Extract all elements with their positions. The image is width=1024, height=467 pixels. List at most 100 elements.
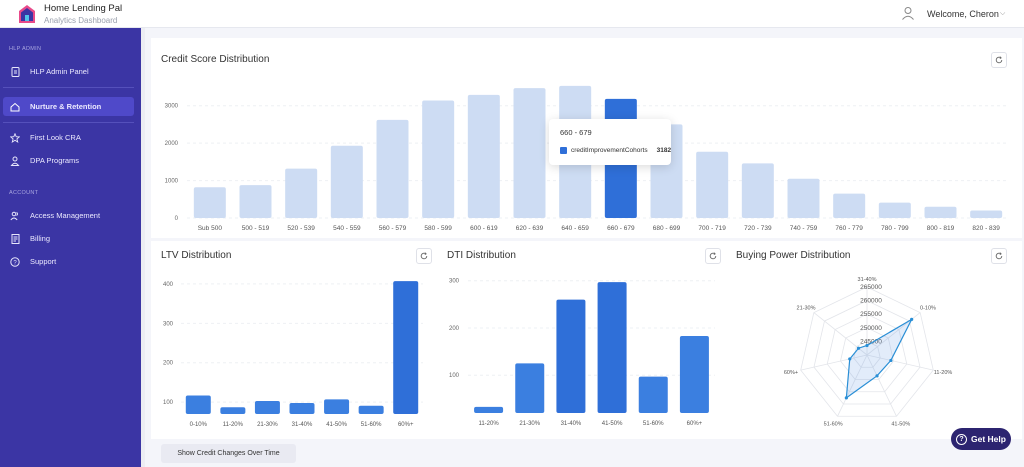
sidebar-item-billing[interactable]: Billing	[3, 229, 134, 248]
x-tick-label: 560 - 579	[379, 225, 407, 232]
y-tick-label: 100	[449, 373, 460, 379]
bar[interactable]	[324, 399, 350, 414]
bar[interactable]	[220, 407, 246, 414]
sidebar-item-first-look-cra[interactable]: First Look CRA	[3, 128, 134, 147]
refresh-icon	[995, 56, 1003, 64]
home-icon	[10, 102, 20, 112]
bar[interactable]	[185, 395, 211, 414]
bar[interactable]	[193, 187, 226, 218]
bar[interactable]	[289, 402, 315, 414]
radar-tick-label: 260000	[860, 298, 882, 305]
sidebar-item-dpa-programs[interactable]: DPA Programs	[3, 151, 134, 170]
radar-tick-label: 265000	[860, 284, 882, 291]
x-tick-label: 41-50%	[326, 422, 347, 428]
x-tick-label: 60%+	[687, 421, 703, 427]
radar-point[interactable]	[848, 357, 852, 361]
refresh-icon	[420, 252, 428, 260]
y-tick-label: 0	[175, 216, 179, 222]
bar[interactable]	[474, 406, 504, 413]
tooltip-row: creditImprovementCohorts 3182	[560, 147, 671, 154]
bar[interactable]	[422, 100, 455, 218]
bar[interactable]	[833, 193, 866, 218]
bar[interactable]	[638, 376, 668, 413]
help-circle-icon: ?	[10, 256, 20, 267]
tooltip-swatch	[560, 147, 567, 154]
bar[interactable]	[970, 210, 1003, 218]
bar[interactable]	[696, 151, 729, 218]
bar[interactable]	[924, 206, 957, 218]
dti-refresh-button[interactable]	[705, 248, 721, 264]
x-tick-label: 580 - 599	[424, 225, 452, 232]
bar[interactable]	[741, 163, 774, 218]
sidebar-item-label: Support	[30, 257, 57, 266]
bar[interactable]	[285, 168, 318, 218]
y-tick-label: 3000	[165, 104, 179, 110]
bar[interactable]	[597, 282, 627, 413]
sidebar-item-label: First Look CRA	[30, 133, 81, 142]
x-tick-label: 41-50%	[602, 421, 623, 427]
bar[interactable]	[556, 299, 586, 413]
credit-refresh-button[interactable]	[991, 52, 1007, 68]
radar-point[interactable]	[910, 317, 914, 321]
radar-tick-label: 250000	[860, 325, 882, 332]
sidebar-divider	[3, 122, 134, 123]
sidebar-section-account: ACCOUNT	[9, 190, 39, 196]
radar-category-label: 21-30%	[797, 306, 816, 312]
sidebar-item-label: Billing	[30, 234, 51, 243]
document-icon	[10, 66, 20, 77]
radar-point[interactable]	[844, 396, 848, 400]
app-logo-icon	[19, 5, 35, 23]
refresh-icon	[709, 252, 717, 260]
help-circle-icon: ?	[956, 433, 968, 445]
radar-point[interactable]	[889, 358, 893, 363]
sidebar-item-nurture-retention[interactable]: Nurture & Retention	[3, 97, 134, 116]
bar[interactable]	[679, 335, 709, 413]
bar[interactable]	[787, 178, 820, 218]
y-tick-label: 2000	[165, 141, 179, 147]
x-tick-label: 11-20%	[478, 421, 499, 427]
show-credit-changes-button[interactable]: Show Credit Changes Over Time	[161, 444, 296, 463]
buying-power-refresh-button[interactable]	[991, 248, 1007, 264]
y-tick-label: 100	[163, 400, 174, 406]
bar[interactable]	[358, 405, 384, 414]
user-icon[interactable]	[901, 6, 915, 20]
radar-point[interactable]	[875, 374, 879, 378]
y-tick-label: 1000	[165, 179, 179, 185]
tooltip-title: 660 - 679	[560, 128, 592, 137]
sidebar-item-access-management[interactable]: Access Management	[3, 206, 134, 225]
sidebar-item-hlp-admin-panel[interactable]: HLP Admin Panel	[3, 62, 134, 81]
x-tick-label: 520 - 539	[287, 225, 315, 232]
welcome-text[interactable]: Welcome, Cheron	[927, 9, 999, 19]
ltv-refresh-button[interactable]	[416, 248, 432, 264]
bar[interactable]	[878, 202, 911, 218]
x-tick-label: 540 - 559	[333, 225, 361, 232]
bar[interactable]	[239, 185, 272, 218]
radar-category-label: 31-40%	[858, 277, 877, 283]
radar-tick-label: 255000	[860, 311, 882, 318]
radar-point[interactable]	[856, 346, 861, 350]
x-tick-label: 0-10%	[190, 422, 208, 428]
x-tick-label: 31-40%	[292, 422, 313, 428]
chevron-down-icon[interactable]: ⌵	[1000, 10, 1005, 18]
scrollbar[interactable]	[141, 28, 145, 467]
bar[interactable]	[513, 88, 546, 218]
credit-score-title: Credit Score Distribution	[161, 54, 270, 65]
sidebar-item-label: HLP Admin Panel	[30, 67, 89, 76]
get-help-button[interactable]: ? Get Help	[951, 428, 1011, 450]
bar[interactable]	[330, 145, 363, 218]
bar[interactable]	[254, 400, 280, 414]
bar[interactable]	[467, 94, 500, 218]
bar[interactable]	[515, 363, 545, 413]
radar-category-label: 0-10%	[920, 306, 936, 312]
sidebar-item-support[interactable]: ? Support	[3, 252, 134, 271]
y-tick-label: 300	[163, 321, 174, 327]
x-tick-label: 660 - 679	[607, 225, 635, 232]
buying-power-title: Buying Power Distribution	[736, 250, 851, 261]
bar[interactable]	[376, 119, 409, 218]
bar[interactable]	[393, 281, 419, 414]
top-bar: Home Lending Pal Analytics Dashboard Wel…	[0, 0, 1024, 28]
x-tick-label: 800 - 819	[927, 225, 955, 232]
x-tick-label: 500 - 519	[242, 225, 270, 232]
radar-point[interactable]	[865, 343, 869, 348]
sidebar-item-label: Access Management	[30, 211, 101, 220]
